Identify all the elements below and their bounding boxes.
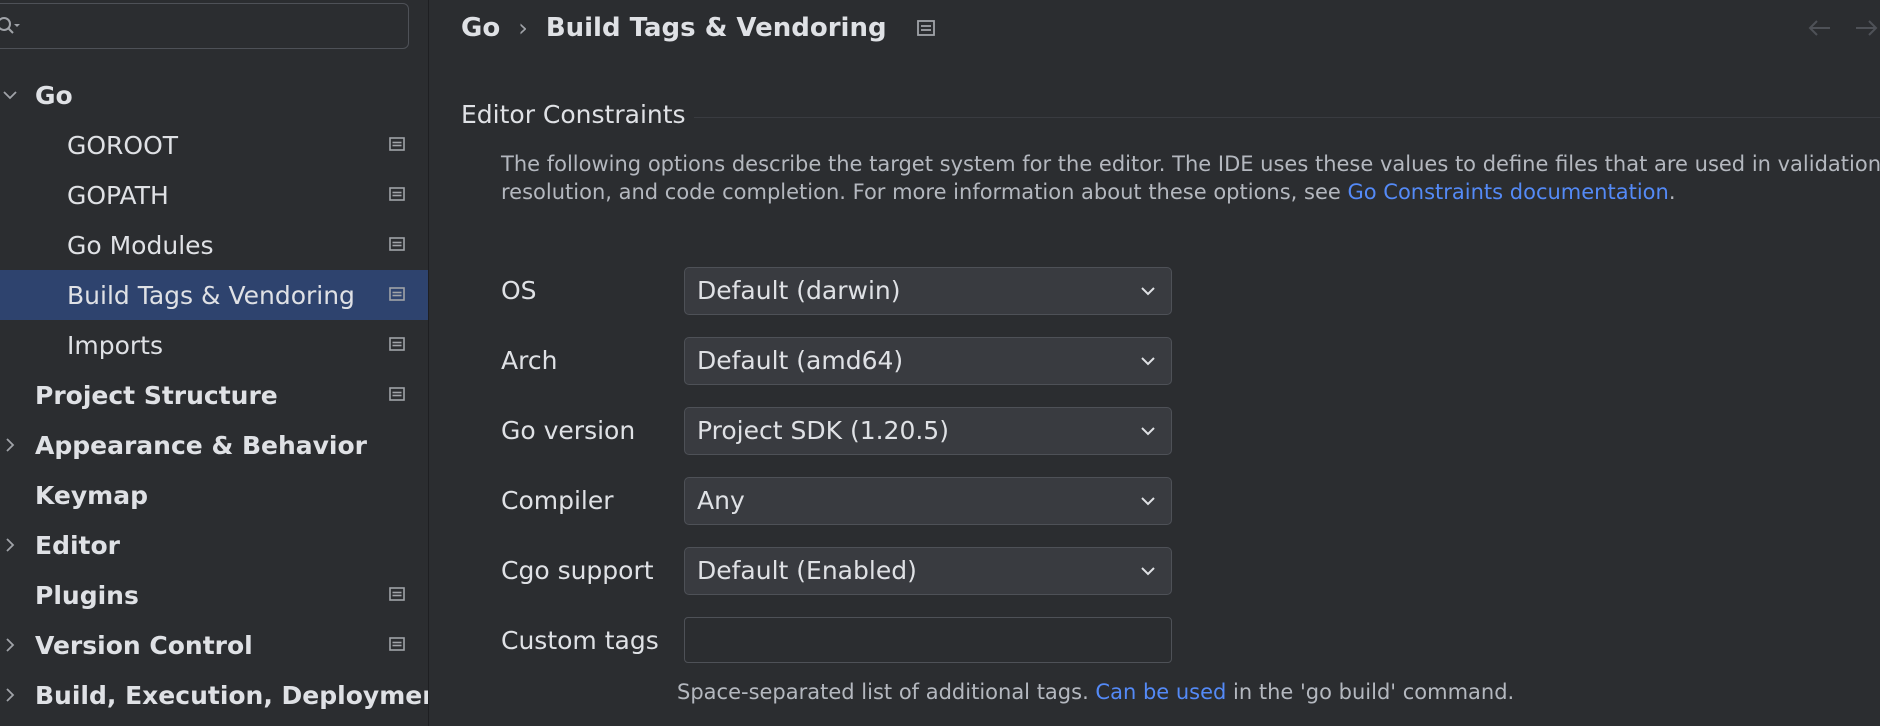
sidebar-item-keymap[interactable]: Keymap [0,470,428,520]
section-description: The following options describe the targe… [501,150,1880,206]
sidebar-item-project-structure[interactable]: Project Structure [0,370,428,420]
project-level-icon [389,337,405,351]
sidebar-item-label: Build Tags & Vendoring [67,280,355,310]
project-level-icon [916,20,935,36]
sidebar-item-plugins[interactable]: Plugins [0,570,428,620]
arch-label: Arch [501,346,558,375]
sidebar-item-label: Plugins [35,580,139,610]
go-version-value: Project SDK (1.20.5) [697,416,949,445]
can-be-used-link[interactable]: Can be used [1095,680,1226,704]
sidebar-item-label: Project Structure [35,380,278,410]
os-row: OS Default (darwin) [501,267,1501,315]
sidebar-item-label: Editor [35,530,120,560]
custom-tags-hint: Space-separated list of additional tags.… [677,680,1514,704]
hint-text: Space-separated list of additional tags. [677,680,1096,704]
sidebar-item-label: Keymap [35,480,149,510]
sidebar-item-label: Go Modules [67,230,214,260]
breadcrumb: Go › Build Tags & Vendoring [461,10,935,46]
nav-arrows [1806,16,1880,40]
back-arrow-icon[interactable] [1806,16,1834,40]
sidebar-item-version-control[interactable]: Version Control [0,620,428,670]
chevron-down-icon [1141,357,1155,366]
chevron-down-icon [1141,497,1155,506]
os-value: Default (darwin) [697,276,901,305]
description-suffix: . [1668,180,1676,204]
chevron-down-icon [1141,427,1155,436]
compiler-label: Compiler [501,486,614,515]
go-version-dropdown[interactable]: Project SDK (1.20.5) [684,407,1172,455]
chevron-down-icon[interactable] [2,87,18,103]
project-level-icon [389,287,405,301]
sidebar-item-label: Appearance & Behavior [35,430,367,460]
forward-arrow-icon[interactable] [1852,16,1880,40]
chevron-down-icon [1141,567,1155,576]
settings-tree: Go GOROOT GOPATH Go Modules Build Tags & Ven… [0,70,428,720]
sidebar-item-label: Build, Execution, Deployment [35,680,429,710]
description-line-1: The following options describe the targe… [501,152,1880,176]
section-title: Editor Constraints [461,100,686,129]
section-divider [694,117,1880,118]
project-level-icon [389,187,405,201]
project-level-icon [389,387,405,401]
settings-sidebar: Go GOROOT GOPATH Go Modules Build Tags & Ven… [0,0,429,726]
hint-suffix: in the 'go build' command. [1226,680,1515,704]
project-level-icon [389,237,405,251]
project-level-icon [389,637,405,651]
settings-content: Go › Build Tags & Vendoring Editor Const… [429,0,1880,726]
cgo-support-value: Default (Enabled) [697,556,917,585]
sidebar-item-editor[interactable]: Editor [0,520,428,570]
sidebar-item-label: Imports [67,330,163,360]
custom-tags-row: Custom tags [501,617,1501,665]
breadcrumb-separator: › [518,14,528,42]
search-icon [0,17,20,34]
arch-dropdown[interactable]: Default (amd64) [684,337,1172,385]
custom-tags-label: Custom tags [501,626,659,655]
sidebar-item-label: Version Control [35,630,253,660]
custom-tags-input[interactable] [684,617,1172,663]
project-level-icon [389,587,405,601]
sidebar-item-go[interactable]: Go [0,70,428,120]
sidebar-item-appearance-behavior[interactable]: Appearance & Behavior [0,420,428,470]
sidebar-item-build-execution-deployment[interactable]: Build, Execution, Deployment [0,670,428,720]
go-version-label: Go version [501,416,636,445]
compiler-dropdown[interactable]: Any [684,477,1172,525]
description-line-2: resolution, and code completion. For mor… [501,178,1880,206]
os-label: OS [501,276,537,305]
chevron-right-icon[interactable] [2,437,18,453]
arch-value: Default (amd64) [697,346,904,375]
sidebar-item-label: GOPATH [67,180,169,210]
breadcrumb-current: Build Tags & Vendoring [545,13,887,43]
cgo-support-dropdown[interactable]: Default (Enabled) [684,547,1172,595]
search-input[interactable] [0,3,409,49]
sidebar-item-label: GOROOT [67,130,179,160]
os-dropdown[interactable]: Default (darwin) [684,267,1172,315]
project-level-icon [389,137,405,151]
go-constraints-docs-link[interactable]: Go Constraints documentation [1347,180,1668,204]
chevron-right-icon[interactable] [2,687,18,703]
sidebar-item-imports[interactable]: Imports [0,320,428,370]
compiler-value: Any [697,486,745,515]
sidebar-item-build-tags-vendoring[interactable]: Build Tags & Vendoring [0,270,428,320]
arch-row: Arch Default (amd64) [501,337,1501,385]
sidebar-item-gopath[interactable]: GOPATH [0,170,428,220]
cgo-support-row: Cgo support Default (Enabled) [501,547,1501,595]
chevron-down-icon [1141,287,1155,296]
cgo-support-label: Cgo support [501,556,654,585]
compiler-row: Compiler Any [501,477,1501,525]
settings-window: Go GOROOT GOPATH Go Modules Build Tags & Ven… [0,0,1880,726]
chevron-right-icon[interactable] [2,537,18,553]
sidebar-item-go-modules[interactable]: Go Modules [0,220,428,270]
go-version-row: Go version Project SDK (1.20.5) [501,407,1501,455]
description-text: resolution, and code completion. For mor… [501,180,1348,204]
sidebar-item-label: Go [35,80,73,110]
chevron-right-icon[interactable] [2,637,18,653]
breadcrumb-parent[interactable]: Go [461,13,500,43]
sidebar-item-goroot[interactable]: GOROOT [0,120,428,170]
